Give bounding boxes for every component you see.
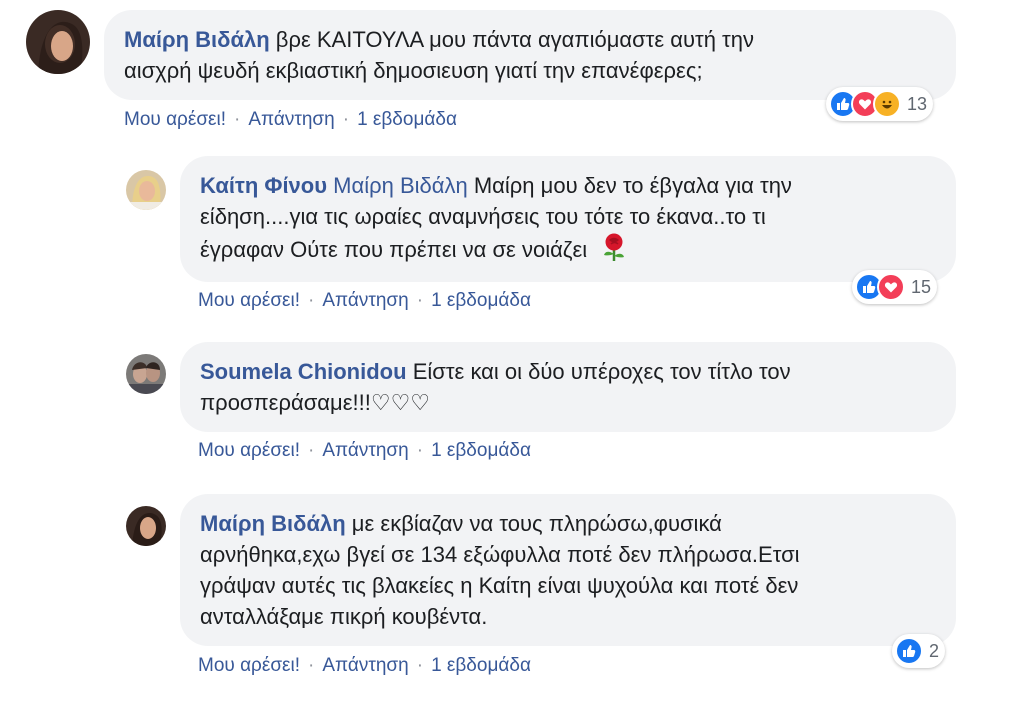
separator-dot: · [416, 440, 424, 461]
avatar[interactable] [26, 10, 90, 74]
rose-icon [599, 232, 629, 270]
timestamp-link[interactable]: 1 εβδομάδα [431, 440, 531, 461]
reply-link[interactable]: Απάντηση [322, 440, 408, 461]
separator-dot: · [308, 655, 315, 676]
separator-dot: · [308, 440, 315, 461]
comment-text: Καίτη Φίνου Μαίρη Βιδάλη Μαίρη μου δεν τ… [200, 170, 940, 270]
reply-link[interactable]: Απάντηση [322, 655, 408, 676]
separator-dot: · [416, 655, 424, 676]
avatar[interactable] [126, 506, 166, 546]
separator-dot: · [234, 109, 241, 130]
comment-text: Soumela Chionidou Είστε και οι δύο υπέρο… [200, 356, 940, 418]
timestamp-link[interactable]: 1 εβδομάδα [431, 290, 531, 311]
like-link[interactable]: Μου αρέσει! [198, 290, 300, 311]
comment-text-line: Είστε και οι δύο υπέροχες τον τίτλο τον [412, 359, 791, 384]
comment-author[interactable]: Soumela Chionidou [200, 359, 407, 384]
comment-text-line: είδηση....για τις ωραίες αναμνήσεις του … [200, 204, 766, 229]
profile-photo-icon [126, 170, 166, 210]
reactions-summary[interactable]: 13 [826, 87, 934, 121]
reactions-summary[interactable]: 15 [852, 270, 938, 304]
comment-text-line: αρνήθηκα,εχω βγεί σε 134 εξώφυλλα ποτέ δ… [200, 542, 800, 567]
like-link[interactable]: Μου αρέσει! [198, 655, 300, 676]
comment-author[interactable]: Μαίρη Βιδάλη [200, 511, 346, 536]
comment-text: Μαίρη Βιδάλη βρε ΚΑΙΤΟΥΛΑ μου πάντα αγαπ… [124, 24, 944, 86]
profile-photo-icon [126, 354, 166, 394]
comment-text-line: βρε ΚΑΙΤΟΥΛΑ μου πάντα αγαπιόμαστε αυτή … [275, 27, 754, 52]
comment-text-line: προσπεράσαμε!!!♡♡♡ [200, 390, 431, 415]
separator-dot: · [416, 290, 424, 311]
timestamp-link[interactable]: 1 εβδομάδα [431, 655, 531, 676]
comment-author[interactable]: Καίτη Φίνου [200, 173, 327, 198]
comment-text-line: έγραφαν Ούτε που πρέπει να σε νοιάζει [200, 236, 588, 262]
like-link[interactable]: Μου αρέσει! [124, 109, 226, 130]
avatar[interactable] [126, 354, 166, 394]
comment-actions: Μου αρέσει! · Απάντηση · 1 εβδομάδα [198, 655, 531, 677]
love-icon [877, 273, 905, 301]
comment-text-line: ανταλλάξαμε πικρή κουβέντα. [200, 604, 488, 629]
reaction-count: 2 [929, 640, 940, 661]
reply-link[interactable]: Απάντηση [248, 109, 334, 130]
reaction-count: 15 [911, 276, 932, 297]
reactions-summary[interactable]: 2 [892, 634, 946, 668]
like-icon [895, 637, 923, 665]
comment-text-line: Μαίρη μου δεν το έβγαλα για την [473, 173, 792, 198]
comment-actions: Μου αρέσει! · Απάντηση · 1 εβδομάδα [198, 440, 531, 462]
comment-actions: Μου αρέσει! · Απάντηση · 1 εβδομάδα [198, 290, 531, 312]
comment-text-line: με εκβίαζαν να τους πληρώσω,φυσικά [351, 511, 722, 536]
comment-text: Μαίρη Βιδάλη με εκβίαζαν να τους πληρώσω… [200, 508, 940, 632]
avatar[interactable] [126, 170, 166, 210]
haha-icon [873, 90, 901, 118]
reply-link[interactable]: Απάντηση [322, 290, 408, 311]
timestamp-link[interactable]: 1 εβδομάδα [357, 109, 457, 130]
comment-text-line: γράψαν αυτές τις βλακείες η Καίτη είναι … [200, 573, 799, 598]
mention-link[interactable]: Μαίρη Βιδάλη [333, 173, 468, 198]
comment-author[interactable]: Μαίρη Βιδάλη [124, 27, 270, 52]
separator-dot: · [308, 290, 315, 311]
reaction-count: 13 [907, 93, 928, 114]
comment-text-line: αισχρή ψευδή εκβιαστική δημοσιευση γιατί… [124, 58, 703, 83]
profile-photo-icon [126, 506, 166, 546]
comment-actions: Μου αρέσει! · Απάντηση · 1 εβδομάδα [124, 109, 457, 131]
like-link[interactable]: Μου αρέσει! [198, 440, 300, 461]
separator-dot: · [342, 109, 350, 130]
profile-photo-icon [26, 10, 90, 74]
